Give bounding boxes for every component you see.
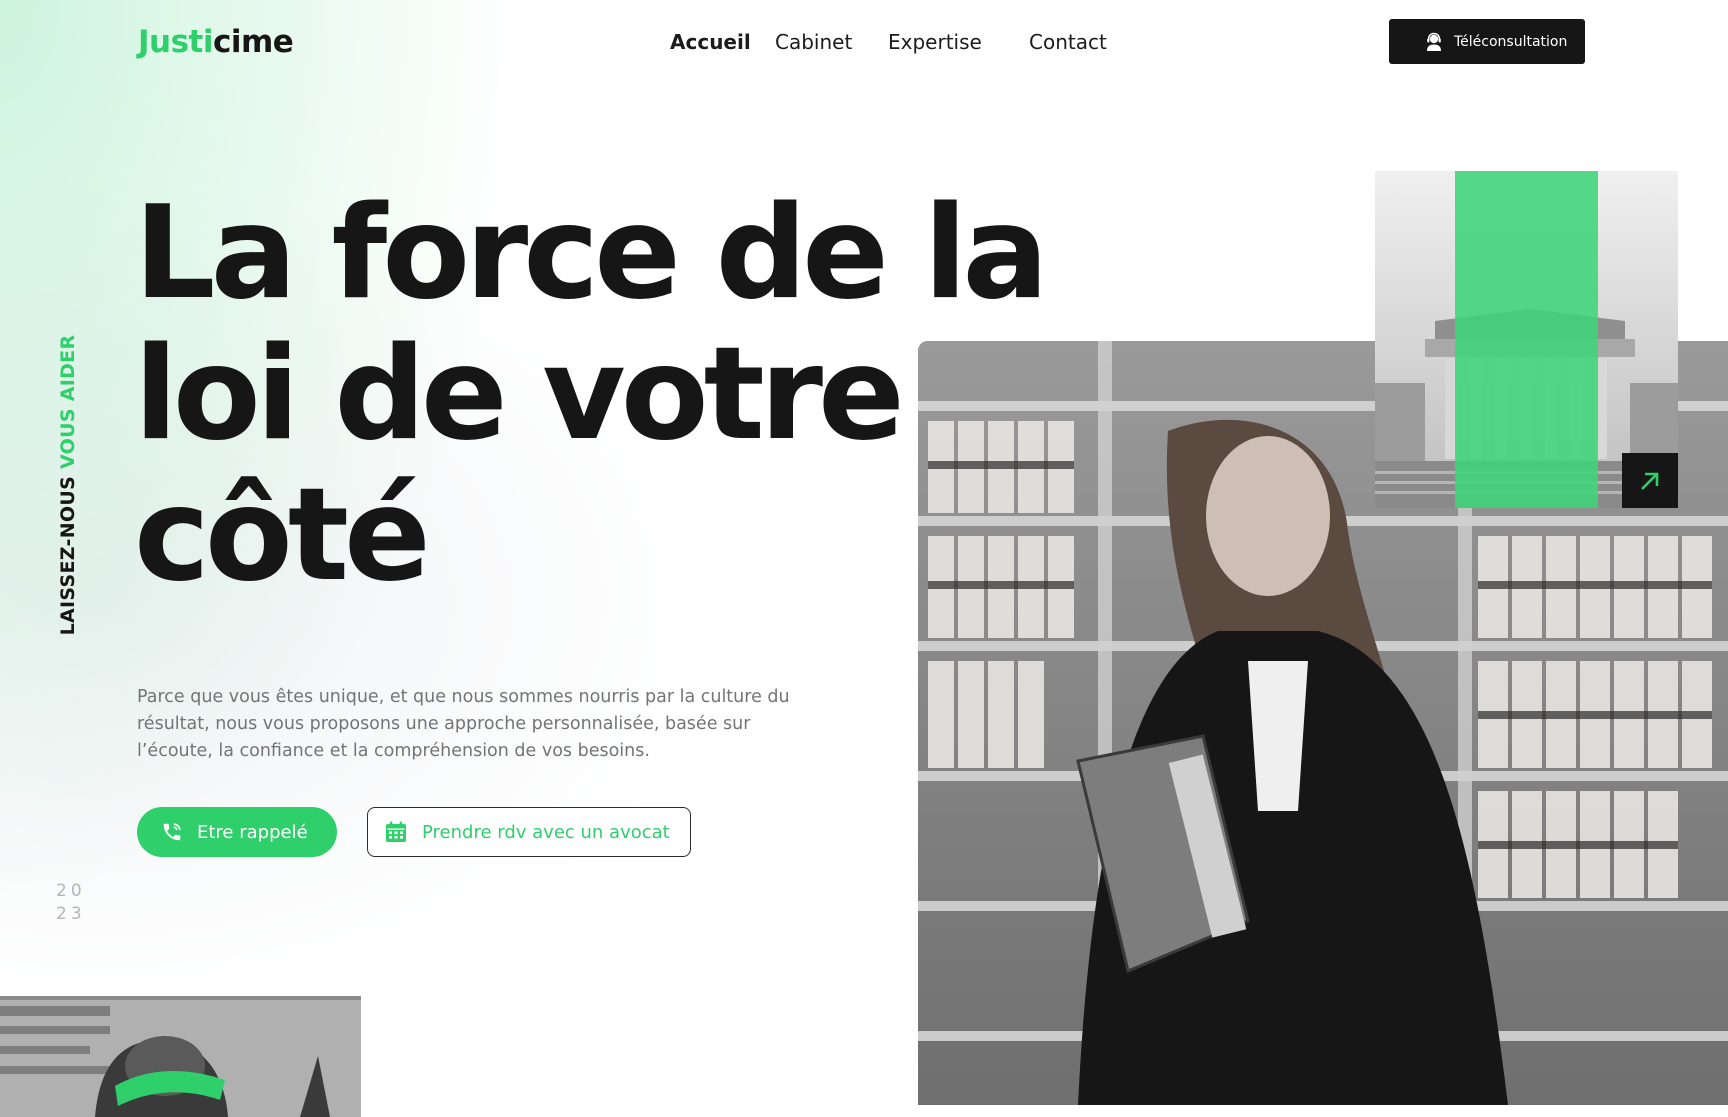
nav-item-cabinet[interactable]: Cabinet bbox=[775, 27, 852, 57]
headset-icon bbox=[1427, 32, 1441, 51]
logo-part-dark: cime bbox=[213, 24, 294, 60]
appointment-button[interactable]: Prendre rdv avec un avocat bbox=[367, 807, 691, 857]
vertical-tagline-dark: LAISSEZ-NOUS bbox=[57, 469, 79, 636]
year-part: 20 bbox=[56, 881, 86, 901]
callback-button-label: Etre rappelé bbox=[197, 821, 308, 843]
vertical-tagline: LAISSEZ-NOUS VOUS AIDER bbox=[57, 335, 79, 636]
phone-icon bbox=[163, 823, 181, 841]
teleconsultation-button[interactable]: Téléconsultation bbox=[1389, 19, 1585, 64]
calendar-icon bbox=[386, 821, 406, 842]
logo[interactable]: Justicime bbox=[138, 24, 294, 60]
appointment-button-label: Prendre rdv avec un avocat bbox=[422, 821, 670, 843]
statue-photo bbox=[0, 996, 361, 1117]
year-part: 23 bbox=[56, 904, 86, 924]
teleconsultation-label: Téléconsultation bbox=[1454, 33, 1568, 50]
arrow-up-right-button[interactable] bbox=[1622, 453, 1678, 508]
hero-title-line: loi de votre bbox=[134, 320, 905, 469]
callback-button[interactable]: Etre rappelé bbox=[137, 807, 337, 857]
year-label: 20 23 bbox=[56, 880, 86, 926]
logo-part-green: Justi bbox=[138, 24, 214, 60]
hero-title-line: La force de la bbox=[134, 179, 1049, 328]
nav-item-accueil[interactable]: Accueil bbox=[670, 27, 751, 57]
hero-description: Parce que vous êtes unique, et que nous … bbox=[137, 687, 790, 761]
hero-title-line: côté bbox=[134, 461, 431, 610]
hero-title: La force de la loi de votre côté bbox=[134, 179, 1049, 610]
arrow-up-right-icon bbox=[1641, 472, 1659, 490]
vertical-tagline-green: VOUS AIDER bbox=[57, 334, 79, 470]
nav-item-expertise[interactable]: Expertise bbox=[888, 27, 982, 57]
nav-item-contact[interactable]: Contact bbox=[1029, 27, 1107, 57]
